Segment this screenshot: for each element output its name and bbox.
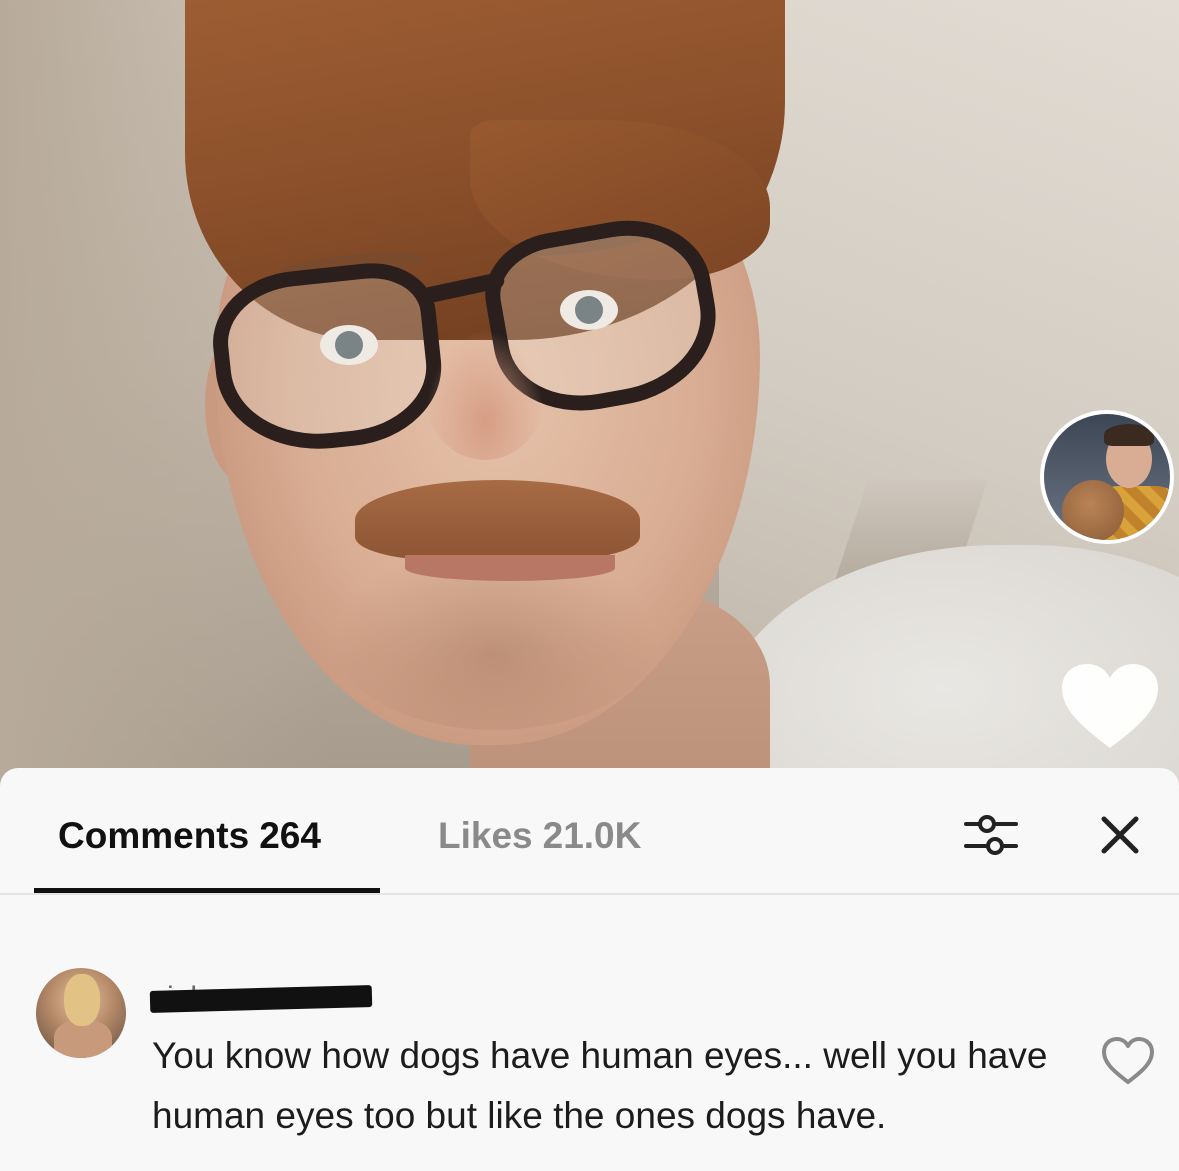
comment-item: viola You know how dogs have human eyes.… [0, 896, 1179, 1171]
tab-likes[interactable]: Likes 21.0K [438, 814, 641, 858]
tab-likes-label: Likes [438, 815, 533, 856]
heart-outline-icon[interactable] [1100, 1036, 1156, 1086]
sheet-tabs: Comments 264 Likes 21.0K [0, 768, 1179, 896]
person-mustache [355, 480, 640, 560]
like-heart-icon[interactable] [1058, 660, 1162, 752]
comment-text: You know how dogs have human eyes... wel… [152, 1035, 1048, 1136]
avatar-dog [1062, 480, 1124, 540]
tab-comments-count: 264 [259, 815, 321, 856]
filter-sliders-icon[interactable] [962, 810, 1020, 860]
avatar-hair [1104, 424, 1154, 446]
tab-comments-label: Comments [58, 815, 250, 856]
person-nose [425, 330, 545, 460]
creator-profile-avatar[interactable] [1040, 410, 1174, 544]
commenter-avatar-hair [64, 974, 100, 1026]
tab-comments[interactable]: Comments 264 [58, 814, 321, 858]
video-player[interactable] [0, 0, 1179, 790]
tab-likes-count: 21.0K [542, 815, 642, 856]
commenter-avatar[interactable] [36, 968, 126, 1058]
person-mouth [405, 555, 615, 581]
close-icon[interactable] [1098, 813, 1142, 857]
comments-sheet: Comments264 Likes21.0K viola You know ho… [0, 768, 1179, 1171]
tabs-divider [0, 893, 1179, 895]
